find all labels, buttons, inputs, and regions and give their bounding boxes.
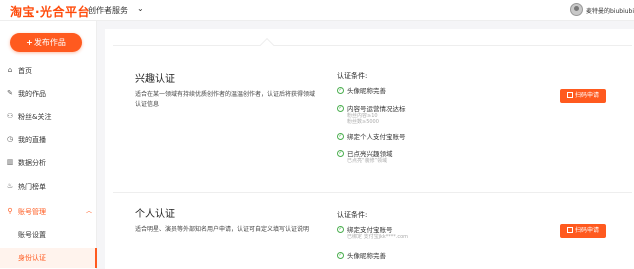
sidebar-subitem-account-settings[interactable]: 账号设置 xyxy=(0,225,97,245)
platform-logo[interactable]: 淘宝·光合平台 xyxy=(10,3,90,20)
condition-note: 已点亮“装修”领域 xyxy=(347,158,388,164)
condition-label: 已点亮兴趣领域 xyxy=(347,150,393,158)
sidebar-item-home[interactable]: ⌂ 首页 xyxy=(0,61,97,81)
publish-button[interactable]: +发布作品 xyxy=(10,33,82,52)
sidebar-item-label: 热门榜单 xyxy=(18,183,46,191)
avatar[interactable] xyxy=(570,3,583,16)
condition-item: ✓ 绑定个人支付宝账号 xyxy=(337,131,406,141)
button-label: 扫码申请 xyxy=(574,92,599,99)
check-icon: ✓ xyxy=(337,225,344,233)
sidebar-item-label: 首页 xyxy=(18,67,32,75)
condition-label: 绑定支付宝账号 xyxy=(347,226,393,234)
sidebar: +发布作品 ⌂ 首页 ✎ 我的作品 ⚇ 粉丝&关注 ◷ 我的直播 ▥ 数据分析 … xyxy=(0,21,97,269)
qr-code-icon xyxy=(566,227,573,233)
condition-title: 认证条件: xyxy=(337,211,368,219)
service-menu[interactable]: 创作者服务 xyxy=(88,5,128,16)
check-icon: ✓ xyxy=(337,132,344,140)
certification-card: 兴趣认证 适合在某一领域有持续优质创作者的温温创作者，认证后将获得领域认证信息 … xyxy=(105,29,634,269)
condition-note: 粉丝内容≥10 粉丝数≥5000 xyxy=(347,113,379,125)
condition-item: ✓ 内容号运营情况达标 xyxy=(337,103,406,113)
home-icon: ⌂ xyxy=(7,66,13,74)
works-icon: ✎ xyxy=(7,89,13,97)
condition-item: ✓ 绑定支付宝账号 xyxy=(337,224,393,234)
condition-label: 头像昵称完善 xyxy=(347,87,386,95)
section-title-personal: 个人认证 xyxy=(135,209,175,220)
scan-apply-button[interactable]: 扫码申请 xyxy=(560,224,606,238)
condition-item: ✓ 头像昵称完善 xyxy=(337,85,386,95)
publish-label: 发布作品 xyxy=(33,38,66,47)
check-icon: ✓ xyxy=(337,149,344,157)
condition-note-line: 粉丝数≥5000 xyxy=(347,119,379,125)
sidebar-item-fans[interactable]: ⚇ 粉丝&关注 xyxy=(0,107,97,127)
sidebar-item-live[interactable]: ◷ 我的直播 xyxy=(0,130,97,150)
chevron-up-icon: ︿ xyxy=(86,208,93,215)
sidebar-item-label: 粉丝&关注 xyxy=(18,113,52,121)
plus-icon: + xyxy=(26,38,33,47)
divider xyxy=(113,45,632,46)
divider xyxy=(113,192,632,193)
check-icon: ✓ xyxy=(337,86,344,94)
account-icon: ⚲ xyxy=(7,207,13,215)
chevron-down-icon[interactable]: ⌄ xyxy=(137,4,144,13)
condition-label: 内容号运营情况达标 xyxy=(347,105,406,113)
sidebar-item-label: 账号管理 xyxy=(18,208,46,216)
section-title-interest: 兴趣认证 xyxy=(135,74,175,85)
analytics-icon: ▥ xyxy=(6,158,14,166)
check-icon: ✓ xyxy=(337,104,344,112)
section-desc-interest: 适合在某一领域有持续优质创作者的温温创作者，认证后将获得领域认证信息 xyxy=(135,91,316,108)
section-desc-personal: 适合明星、演员等外部知名用户申请，认证可自定义填写认证说明 xyxy=(135,226,310,233)
condition-title: 认证条件: xyxy=(337,72,368,80)
button-label: 扫码申请 xyxy=(574,227,599,234)
sidebar-item-analytics[interactable]: ▥ 数据分析 xyxy=(0,153,97,173)
sidebar-item-hot[interactable]: ♨ 热门榜单 xyxy=(0,177,97,197)
top-bar: 淘宝·光合平台 创作者服务 ⌄ 麦特曼的biubiubi xyxy=(0,0,634,21)
sidebar-subitem-identity[interactable]: 身份认证 xyxy=(0,248,97,268)
condition-label: 绑定个人支付宝账号 xyxy=(347,133,406,141)
qr-code-icon xyxy=(566,92,573,98)
sidebar-item-account[interactable]: ⚲ 账号管理 ︿ xyxy=(0,202,97,222)
scan-apply-button[interactable]: 扫码申请 xyxy=(560,89,606,103)
tab-pointer xyxy=(259,37,275,53)
sidebar-item-label: 我的作品 xyxy=(18,90,46,98)
sidebar-item-label: 我的直播 xyxy=(18,136,46,144)
username[interactable]: 麦特曼的biubiubi xyxy=(586,6,634,15)
sidebar-item-label: 数据分析 xyxy=(18,159,46,167)
sidebar-item-works[interactable]: ✎ 我的作品 xyxy=(0,84,97,104)
main-content: 兴趣认证 适合在某一领域有持续优质创作者的温温创作者，认证后将获得领域认证信息 … xyxy=(97,21,634,269)
condition-label: 头像昵称完善 xyxy=(347,252,386,260)
sidebar-subitem-label: 账号设置 xyxy=(18,231,46,239)
condition-item: ✓ 已点亮兴趣领域 xyxy=(337,148,393,158)
hot-icon: ♨ xyxy=(6,182,14,190)
sidebar-subitem-label: 身份认证 xyxy=(18,254,46,262)
fans-icon: ⚇ xyxy=(6,112,14,120)
live-icon: ◷ xyxy=(6,135,14,143)
check-icon: ✓ xyxy=(337,251,344,259)
condition-note: 已绑定 支付宝jkk****.com xyxy=(347,234,409,240)
condition-item: ✓ 头像昵称完善 xyxy=(337,250,386,260)
